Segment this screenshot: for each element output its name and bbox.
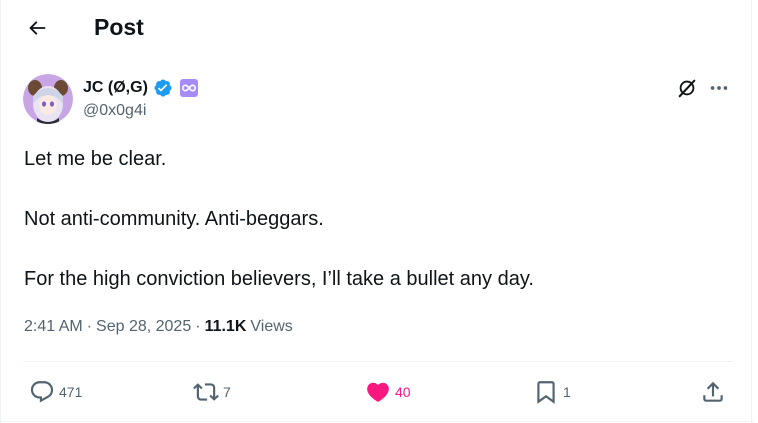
views-link[interactable]: 11.1K Views bbox=[205, 318, 293, 336]
more-options-button[interactable] bbox=[707, 76, 731, 100]
divider bbox=[23, 361, 733, 362]
avatar-image bbox=[23, 74, 73, 124]
post-header: Post bbox=[1, 0, 753, 56]
author-handle[interactable]: @0x0g4i bbox=[83, 102, 146, 120]
arrow-left-icon bbox=[29, 21, 46, 35]
post-text-line: Let me be clear. bbox=[24, 148, 167, 170]
repost-icon bbox=[193, 383, 219, 401]
divider bbox=[1, 421, 753, 422]
reply-count: 471 bbox=[59, 384, 83, 400]
heart-filled-icon bbox=[367, 382, 389, 402]
verified-badge-icon[interactable] bbox=[153, 78, 173, 98]
post-timestamp-link[interactable]: 2:41 AM · Sep 28, 2025 bbox=[24, 318, 191, 336]
post-text-line: For the high conviction believers, I’ll … bbox=[24, 268, 534, 290]
post-date: Sep 28, 2025 bbox=[96, 318, 192, 335]
bookmark-count: 1 bbox=[563, 384, 571, 400]
page-title: Post bbox=[94, 14, 144, 40]
back-button[interactable] bbox=[19, 10, 55, 46]
reply-button[interactable]: 471 bbox=[29, 378, 82, 406]
post-actions-bar: 471 7 40 1 bbox=[1, 372, 753, 412]
bookmark-icon bbox=[537, 381, 555, 404]
reply-icon bbox=[30, 381, 54, 403]
views-count: 11.1K bbox=[204, 318, 247, 335]
avatar[interactable] bbox=[23, 74, 73, 124]
like-button[interactable]: 40 bbox=[365, 378, 411, 406]
bookmark-button[interactable]: 1 bbox=[533, 378, 571, 406]
grok-icon bbox=[678, 79, 696, 98]
share-button[interactable] bbox=[700, 378, 726, 406]
grok-button[interactable] bbox=[675, 76, 699, 100]
views-label: Views bbox=[250, 318, 293, 335]
affiliate-badge-icon[interactable] bbox=[179, 78, 199, 98]
author-name-row: JC (Ø,G) bbox=[83, 77, 199, 99]
repost-button[interactable]: 7 bbox=[193, 378, 231, 406]
more-horizontal-icon bbox=[710, 86, 728, 90]
repost-count: 7 bbox=[223, 384, 231, 400]
post-detail-page: Post JC (Ø,G) @0x0g4i Let me be clear. N… bbox=[0, 0, 753, 423]
post-text-line: Not anti-community. Anti-beggars. bbox=[24, 208, 324, 230]
author-display-name[interactable]: JC (Ø,G) bbox=[83, 79, 148, 97]
post-metadata: 2:41 AM · Sep 28, 2025 · 11.1K Views bbox=[24, 318, 293, 336]
share-icon bbox=[703, 381, 723, 402]
post-time: 2:41 AM bbox=[24, 318, 83, 335]
like-count: 40 bbox=[395, 384, 411, 400]
